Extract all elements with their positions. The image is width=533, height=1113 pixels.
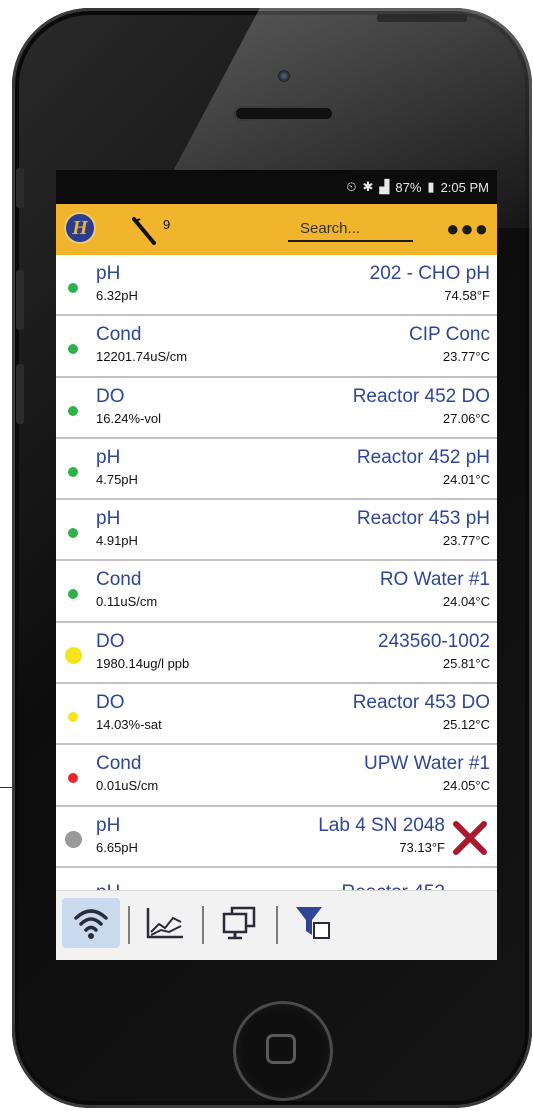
sensor-reading: 4.75pH — [96, 471, 138, 487]
status-dot — [65, 830, 82, 848]
sensor-name: Reactor 452 pH — [356, 446, 490, 468]
sensor-row[interactable]: DO 1980.14ug/l ppb 243560-1002 25.81°C — [56, 622, 497, 685]
more-options-icon[interactable]: ●●● — [446, 216, 489, 242]
sensor-parameter: DO — [96, 630, 125, 652]
probe-icon[interactable] — [130, 216, 160, 246]
chart-icon — [146, 908, 183, 939]
sensor-temperature: 25.12°C — [442, 717, 490, 733]
sensor-parameter: Cond — [96, 753, 142, 775]
sensor-reading: 12201.74uS/cm — [96, 349, 188, 365]
app-logo[interactable]: H — [64, 212, 96, 244]
sensor-reading: 16.24%-vol — [96, 410, 162, 426]
tab-separator — [202, 906, 204, 944]
status-time: 2:05 PM — [440, 179, 489, 195]
sensor-reading: 0.01uS/cm — [96, 778, 159, 794]
status-dot — [68, 405, 78, 416]
sensor-row[interactable]: pH 6.32pH 202 - CHO pH 74.58°F — [56, 255, 497, 317]
wifi-icon — [74, 909, 108, 939]
sensor-temperature: 24.04°C — [442, 594, 490, 610]
sensor-reading: 4.91pH — [96, 533, 138, 549]
sensor-parameter: DO — [96, 385, 125, 407]
sensor-row[interactable]: DO 16.24%-vol Reactor 452 DO 27.06°C — [56, 377, 497, 439]
status-dot — [68, 344, 78, 355]
mute-switch — [16, 168, 24, 208]
tab-separator — [276, 906, 278, 944]
sensor-reading: 1980.14ug/l ppb — [96, 655, 190, 671]
tab-live[interactable] — [62, 898, 120, 948]
volume-down-button — [16, 364, 24, 424]
sensor-temperature: 23.77°C — [442, 533, 490, 549]
sensor-row[interactable]: pH 4.91pH Reactor 453 pH 23.77°C — [56, 500, 497, 562]
sensor-parameter: pH — [96, 508, 121, 530]
monitor-icon — [222, 906, 256, 940]
home-button[interactable] — [233, 1001, 333, 1101]
sensor-reading: 6.32pH — [96, 288, 138, 303]
sensor-parameter: Cond — [96, 324, 142, 346]
status-dot — [65, 646, 82, 664]
alarm-icon: ⏲ — [346, 179, 357, 194]
sensor-row[interactable]: Cond 12201.74uS/cm CIP Conc 23.77°C — [56, 316, 497, 378]
sensor-name: Reactor 452 DO — [352, 385, 490, 407]
sensor-row[interactable]: Cond 0.11uS/cm RO Water #1 24.04°C — [56, 561, 497, 623]
sensor-reading: 6.65pH — [96, 839, 138, 855]
tab-charts[interactable] — [136, 898, 194, 948]
bluetooth-icon: ✱ — [362, 179, 374, 194]
sensor-name: 243560-1002 — [378, 630, 490, 652]
sensor-temperature: 24.01°C — [442, 471, 490, 487]
sensor-name: Reactor 453 DO — [352, 692, 490, 714]
sensor-temperature: 25.81°C — [442, 655, 490, 671]
sensor-parameter: pH — [96, 263, 121, 284]
sensor-parameter: pH — [96, 814, 121, 836]
status-dot — [68, 466, 78, 477]
probe-count: 9 — [163, 217, 171, 232]
sensor-parameter: pH — [96, 446, 121, 468]
app-bar: H 9 Search... ●●● — [56, 204, 497, 255]
search-input[interactable]: Search... — [288, 216, 413, 242]
sensor-row[interactable]: Cond 0.01uS/cm UPW Water #1 24.05°C — [56, 745, 497, 807]
signal-icon: ▟ — [379, 179, 390, 194]
sensor-name: Lab 4 SN 2048 — [318, 814, 445, 836]
sensor-temperature: 73.13°F — [399, 839, 445, 855]
sensor-row[interactable]: pH 4.75pH Reactor 452 pH 24.01°C — [56, 438, 497, 501]
sensor-temperature: 27.06°C — [442, 410, 490, 426]
sensor-reading: 14.03%-sat — [96, 717, 162, 733]
volume-up-button — [16, 270, 24, 330]
sensor-name: CIP Conc — [409, 324, 490, 346]
status-dot — [68, 283, 78, 293]
filter-icon — [296, 907, 330, 939]
sensor-row[interactable]: DO 14.03%-sat Reactor 453 DO 25.12°C — [56, 684, 497, 746]
battery-percent: 87% — [395, 179, 422, 195]
sensor-name: Reactor 453 pH — [356, 508, 490, 530]
home-square-icon — [266, 1034, 296, 1064]
sensor-reading: 0.11uS/cm — [96, 594, 158, 610]
status-dot — [68, 528, 78, 539]
battery-icon: ▮ — [427, 179, 435, 194]
close-x-icon[interactable] — [451, 819, 489, 857]
sensor-temperature: 24.05°C — [442, 778, 490, 794]
bottom-tab-bar — [56, 890, 497, 960]
tab-separator — [128, 906, 130, 944]
sensor-parameter: Cond — [96, 569, 142, 591]
sensor-name: UPW Water #1 — [364, 753, 490, 775]
app-screen: ⏲ ✱ ▟ 87% ▮ 2:05 PM H 9 Search... ●●● pH… — [56, 170, 497, 960]
earpiece-speaker — [234, 106, 334, 121]
sensor-parameter: DO — [96, 692, 125, 714]
sensor-temperature: 23.77°C — [442, 349, 490, 365]
sensor-temperature: 74.58°F — [444, 288, 490, 303]
tab-devices[interactable] — [210, 898, 268, 948]
status-dot — [68, 712, 78, 723]
status-dot — [68, 773, 78, 784]
front-camera — [278, 70, 290, 82]
sensor-name: RO Water #1 — [379, 569, 490, 591]
sensor-list: pH 6.32pH 202 - CHO pH 74.58°F Cond 1220… — [56, 255, 497, 924]
status-bar: ⏲ ✱ ▟ 87% ▮ 2:05 PM — [56, 170, 497, 204]
status-dot — [68, 589, 78, 600]
tab-filter[interactable] — [284, 898, 342, 948]
power-button — [377, 14, 467, 22]
sensor-row[interactable]: pH 6.65pH Lab 4 SN 2048 73.13°F — [56, 806, 497, 868]
sensor-name: 202 - CHO pH — [369, 263, 490, 284]
